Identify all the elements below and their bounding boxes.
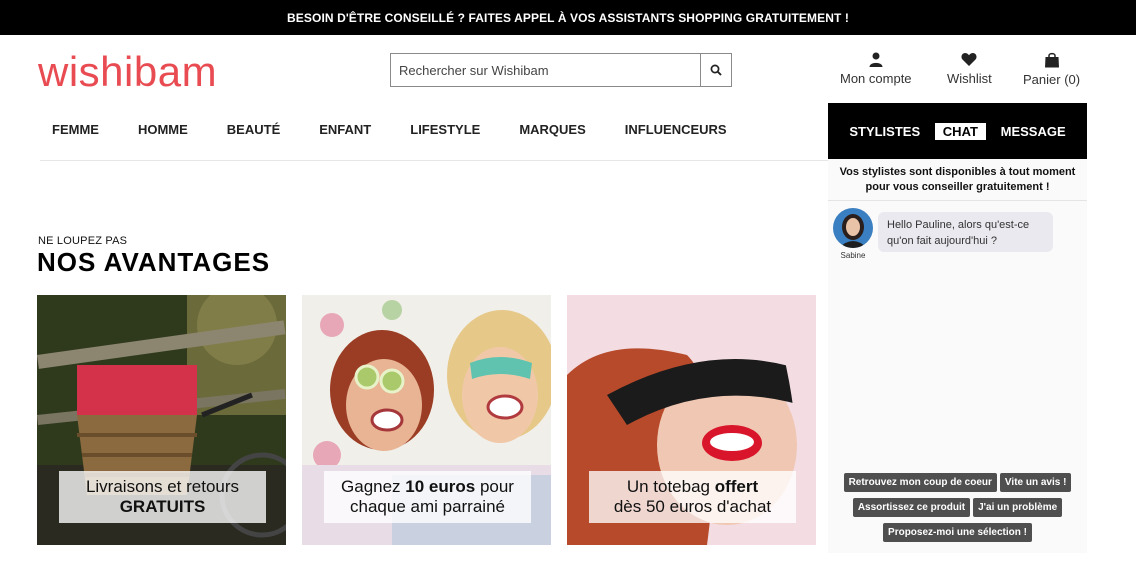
chat-message: Sabine Hello Pauline, alors qu'est-ce qu…: [833, 208, 1053, 260]
caption-line2: chaque ami parrainé: [350, 497, 505, 516]
quick-reply-assortissez[interactable]: Assortissez ce produit: [852, 498, 971, 517]
quick-reply-probleme[interactable]: J'ai un problème: [973, 498, 1063, 517]
agent: Sabine: [833, 208, 873, 260]
wishlist-label: Wishlist: [947, 71, 992, 86]
chat-tabs: STYLISTES CHAT MESSAGE: [828, 103, 1087, 159]
quick-reply-vite-un-avis[interactable]: Vite un avis !: [999, 473, 1072, 492]
nav-divider: [40, 160, 828, 161]
tab-message[interactable]: MESSAGE: [993, 123, 1074, 140]
caption-line2: GRATUITS: [119, 497, 206, 516]
search-button[interactable]: [700, 54, 731, 86]
card-caption: Gagnez 10 euros pour chaque ami parrainé: [324, 471, 531, 523]
quick-replies-row-1: Retrouvez mon coup de coeur Vite un avis…: [828, 473, 1087, 492]
cart-label: Panier (0): [1023, 72, 1081, 87]
quick-reply-selection[interactable]: Proposez-moi une sélection !: [883, 523, 1032, 542]
tab-stylistes[interactable]: STYLISTES: [841, 123, 928, 140]
card-caption: Livraisons et retours GRATUITS: [59, 471, 266, 523]
tab-chat[interactable]: CHAT: [934, 122, 986, 140]
heart-icon: [961, 53, 977, 66]
cart-link[interactable]: Panier (0): [1023, 52, 1080, 87]
nav-item-lifestyle[interactable]: LIFESTYLE: [410, 122, 480, 137]
card-caption: Un totebag offert dès 50 euros d'achat: [589, 471, 796, 523]
search-bar: [390, 53, 732, 87]
announcement-bar: BESOIN D'ÊTRE CONSEILLÉ ? FAITES APPEL À…: [0, 0, 1136, 35]
announcement-text: BESOIN D'ÊTRE CONSEILLÉ ? FAITES APPEL À…: [287, 10, 849, 25]
wishibam-logo[interactable]: wishibam: [37, 48, 278, 96]
chat-panel: STYLISTES CHAT MESSAGE Vos stylistes son…: [828, 103, 1087, 553]
quick-replies-row-3: Proposez-moi une sélection !: [828, 523, 1087, 542]
chat-bubble: Hello Pauline, alors qu'est-ce qu'on fai…: [878, 212, 1053, 252]
agent-name: Sabine: [840, 251, 866, 260]
nav-item-enfant[interactable]: ENFANT: [319, 122, 371, 137]
chat-intro: Vos stylistes sont disponibles à tout mo…: [828, 159, 1087, 201]
nav-item-femme[interactable]: FEMME: [52, 122, 99, 137]
account-label: Mon compte: [840, 71, 912, 86]
avatar: [833, 208, 873, 248]
section-kicker: NE LOUPEZ PAS: [38, 235, 128, 247]
caption-line2: dès 50 euros d'achat: [613, 497, 772, 516]
nav-item-marques[interactable]: MARQUES: [519, 122, 585, 137]
caption-line1: Un totebag offert: [626, 477, 759, 496]
search-icon: [710, 64, 722, 76]
account-link[interactable]: Mon compte: [840, 52, 912, 86]
svg-text:wishibam: wishibam: [38, 50, 217, 95]
advantage-card-free-delivery[interactable]: Livraisons et retours GRATUITS: [37, 295, 286, 545]
quick-replies-row-2: Assortissez ce produit J'ai un problème: [828, 498, 1087, 517]
section-title: NOS AVANTAGES: [37, 247, 271, 277]
shopping-bag-icon: [1044, 52, 1059, 68]
search-input[interactable]: [391, 54, 700, 86]
quick-reply-coup-de-coeur[interactable]: Retrouvez mon coup de coeur: [843, 473, 997, 492]
caption-line1: Livraisons et retours: [85, 477, 240, 496]
nav-item-beaute[interactable]: BEAUTÉ: [227, 122, 280, 137]
advantage-card-totebag[interactable]: Un totebag offert dès 50 euros d'achat: [567, 295, 816, 545]
caption-line1: Gagnez 10 euros pour: [341, 477, 514, 496]
nav-item-influenceurs[interactable]: INFLUENCEURS: [625, 122, 727, 137]
advantage-card-referral[interactable]: Gagnez 10 euros pour chaque ami parrainé: [302, 295, 551, 545]
wishlist-link[interactable]: Wishlist: [947, 52, 992, 86]
nav-item-homme[interactable]: HOMME: [138, 122, 188, 137]
user-icon: [869, 52, 883, 67]
main-navigation: FEMME HOMME BEAUTÉ ENFANT LIFESTYLE MARQ…: [40, 122, 754, 137]
